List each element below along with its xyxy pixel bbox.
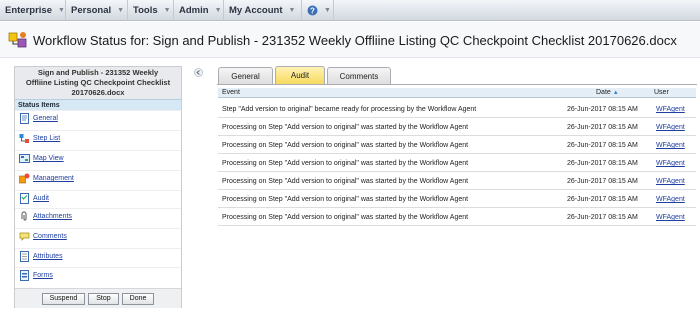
svg-text:?: ?: [310, 6, 315, 15]
sidebar-item-label: Attributes: [33, 253, 63, 260]
date-cell: 26-Jun-2017 08:15 AM: [567, 142, 638, 149]
menu-my-account[interactable]: My Account ▼: [224, 0, 302, 21]
panel-footer: Suspend Stop Done: [15, 288, 181, 308]
user-link[interactable]: WFAgent: [656, 191, 685, 208]
menu-tools[interactable]: Tools ▼: [128, 0, 174, 21]
suspend-button[interactable]: Suspend: [41, 292, 86, 305]
stop-button[interactable]: Stop: [88, 292, 119, 305]
sidebar-item-label: Forms: [33, 272, 53, 279]
collapse-panel-icon[interactable]: [194, 68, 203, 77]
panel-header-line: Offliine Listing QC Checkpoint Checklist: [25, 78, 171, 87]
comments-icon: [19, 232, 30, 241]
sidebar-item-label: Management: [33, 175, 74, 182]
workflow-icon: [8, 32, 27, 48]
chevron-down-icon: ▼: [324, 7, 331, 14]
sidebar-item-general[interactable]: General: [15, 110, 181, 126]
sidebar-item-step-list[interactable]: Step List: [15, 130, 181, 146]
status-items-panel: Sign and Publish - 231352 Weekly Offliin…: [14, 66, 182, 308]
sidebar-item-management[interactable]: Management: [15, 170, 181, 186]
menu-personal[interactable]: Personal ▼: [66, 0, 128, 21]
tab-general[interactable]: General: [218, 67, 273, 84]
tab-divider: [217, 84, 697, 85]
sidebar-item-attachments[interactable]: Attachments: [15, 208, 181, 224]
user-link[interactable]: WFAgent: [656, 155, 685, 172]
chevron-down-icon: ▼: [117, 7, 125, 14]
done-button[interactable]: Done: [121, 292, 155, 305]
column-header-event[interactable]: Event: [222, 88, 240, 98]
user-link[interactable]: WFAgent: [656, 173, 685, 190]
sidebar-item-comments[interactable]: Comments: [15, 228, 181, 244]
menu-admin-label: Admin: [179, 5, 209, 16]
table-header: Event Date ▲ User: [218, 88, 696, 98]
date-cell: 26-Jun-2017 08:15 AM: [567, 178, 638, 185]
table-row: Processing on Step "Add version to origi…: [218, 209, 696, 226]
table-row: Processing on Step "Add version to origi…: [218, 119, 696, 136]
chevron-down-icon: ▼: [58, 7, 65, 14]
event-cell: Step "Add version to original" became re…: [222, 106, 477, 113]
event-cell: Processing on Step "Add version to origi…: [222, 196, 469, 203]
table-row: Processing on Step "Add version to origi…: [218, 137, 696, 154]
date-cell: 26-Jun-2017 08:15 AM: [567, 160, 638, 167]
sort-ascending-icon: ▲: [612, 90, 619, 96]
sidebar-item-attributes[interactable]: Attributes: [15, 248, 181, 264]
menu-enterprise-label: Enterprise: [5, 5, 52, 16]
map-icon: [19, 154, 30, 163]
status-items-heading: Status Items: [15, 99, 181, 110]
step-list-icon: [19, 134, 29, 143]
sidebar-item-label: Map View: [33, 155, 64, 162]
date-cell: 26-Jun-2017 08:15 AM: [567, 124, 638, 131]
chevron-down-icon: ▼: [288, 7, 296, 14]
attributes-icon: [20, 251, 29, 262]
column-header-user[interactable]: User: [654, 88, 669, 98]
date-cell: 26-Jun-2017 08:15 AM: [567, 196, 638, 203]
panel-header-line: Sign and Publish - 231352 Weekly: [37, 68, 159, 77]
audit-icon: [20, 193, 29, 204]
menu-admin[interactable]: Admin ▼: [174, 0, 224, 21]
chevron-down-icon: ▼: [163, 7, 171, 14]
user-link[interactable]: WFAgent: [656, 137, 685, 154]
sidebar-item-label: Audit: [33, 195, 49, 202]
sidebar-item-audit[interactable]: Audit: [15, 190, 181, 206]
menu-help[interactable]: ? ▼: [302, 0, 334, 21]
column-header-date-label: Date: [596, 89, 611, 96]
menu-enterprise[interactable]: Enterprise ▼: [0, 0, 66, 21]
sidebar-item-label: General: [33, 115, 58, 122]
panel-header-line: 20170626.docx: [71, 88, 125, 97]
sidebar-item-label: Comments: [33, 233, 67, 240]
table-row: Step "Add version to original" became re…: [218, 101, 696, 118]
event-cell: Processing on Step "Add version to origi…: [222, 124, 469, 131]
event-cell: Processing on Step "Add version to origi…: [222, 160, 469, 167]
table-row: Processing on Step "Add version to origi…: [218, 155, 696, 172]
table-row: Processing on Step "Add version to origi…: [218, 191, 696, 208]
table-row: Processing on Step "Add version to origi…: [218, 173, 696, 190]
page-title: Workflow Status for: Sign and Publish - …: [33, 33, 677, 48]
menu-personal-label: Personal: [71, 5, 112, 16]
date-cell: 26-Jun-2017 08:15 AM: [567, 214, 638, 221]
forms-icon: [20, 270, 29, 281]
help-icon: ?: [307, 5, 318, 16]
sidebar-item-label: Step List: [33, 135, 61, 142]
tab-comments[interactable]: Comments: [327, 67, 391, 84]
user-link[interactable]: WFAgent: [656, 119, 685, 136]
management-icon: [19, 173, 30, 184]
event-cell: Processing on Step "Add version to origi…: [222, 214, 469, 221]
tab-audit[interactable]: Audit: [275, 66, 325, 84]
panel-header: Sign and Publish - 231352 Weekly Offliin…: [15, 67, 181, 99]
menu-tools-label: Tools: [133, 5, 158, 16]
sidebar-item-map-view[interactable]: Map View: [15, 150, 181, 166]
document-icon: [20, 113, 29, 124]
sidebar-item-label: Attachments: [33, 213, 72, 220]
user-link[interactable]: WFAgent: [656, 209, 685, 226]
paperclip-icon: [21, 211, 27, 221]
event-cell: Processing on Step "Add version to origi…: [222, 142, 469, 149]
chevron-down-icon: ▼: [214, 7, 222, 14]
column-header-date[interactable]: Date ▲: [596, 88, 619, 98]
user-link[interactable]: WFAgent: [656, 101, 685, 118]
date-cell: 26-Jun-2017 08:15 AM: [567, 106, 638, 113]
event-cell: Processing on Step "Add version to origi…: [222, 178, 469, 185]
menu-my-account-label: My Account: [229, 5, 283, 16]
sidebar-item-forms[interactable]: Forms: [15, 267, 181, 283]
top-menu-bar: Enterprise ▼ Personal ▼ Tools ▼ Admin ▼ …: [0, 0, 700, 21]
